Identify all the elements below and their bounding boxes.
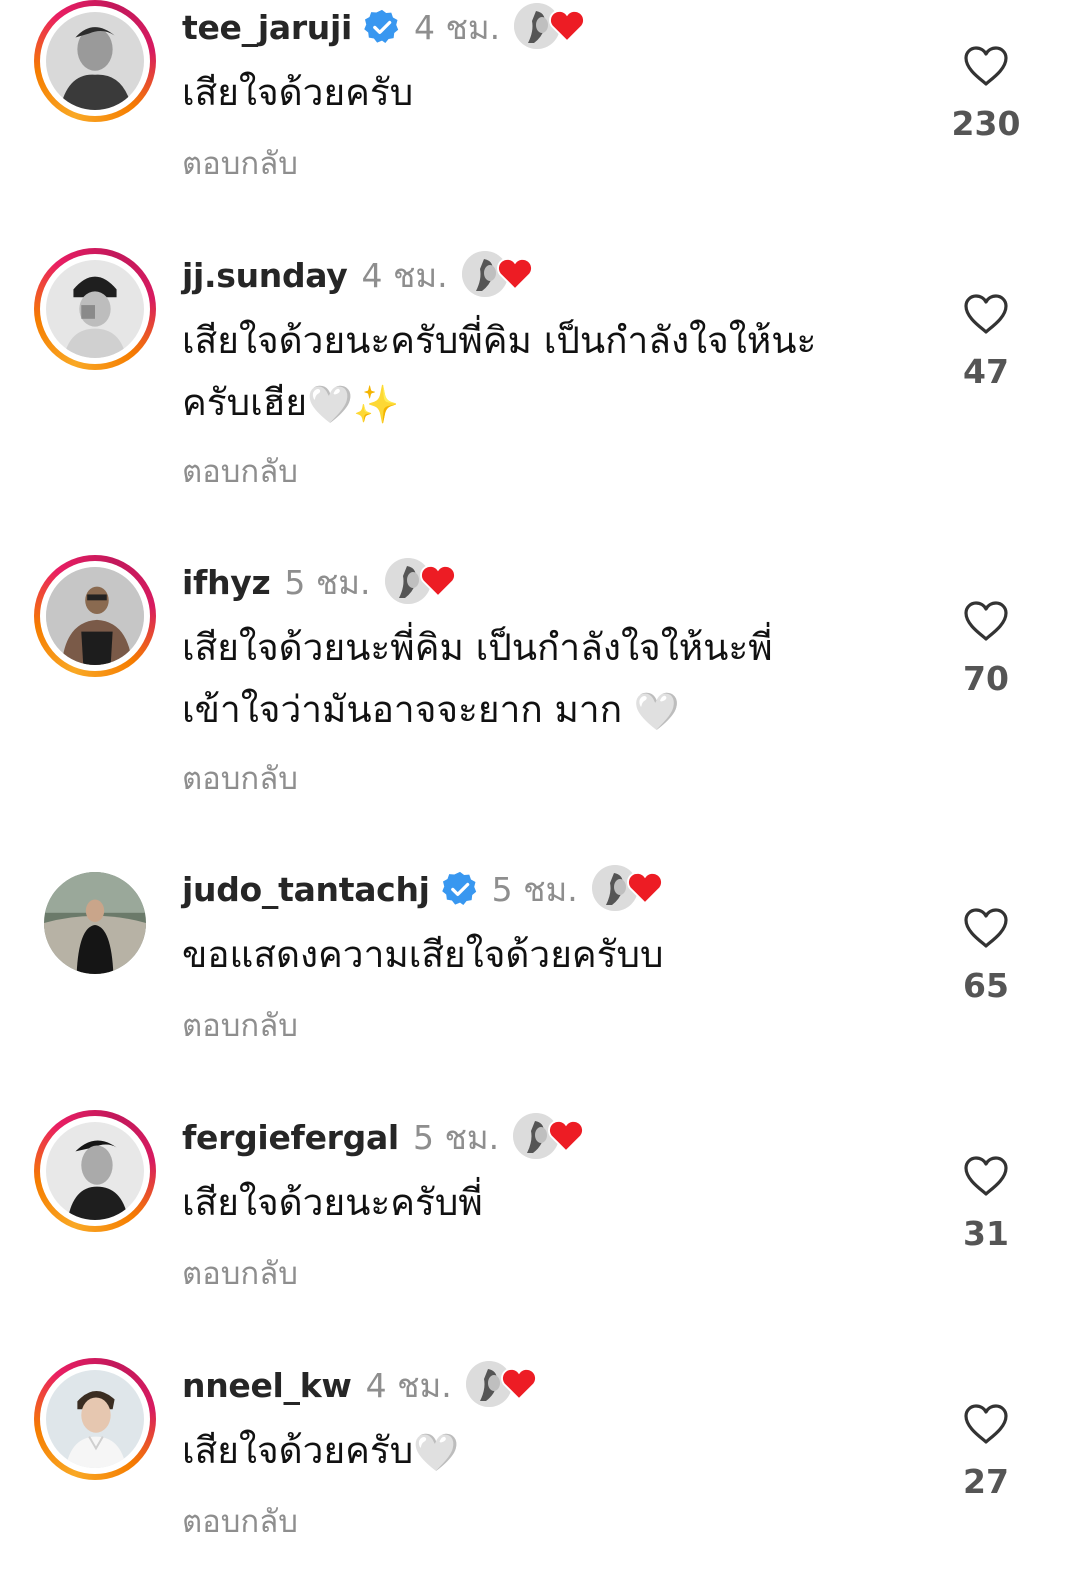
reply-button[interactable]: ตอบกลับ xyxy=(182,138,298,188)
verified-badge-icon xyxy=(441,871,476,906)
reply-button[interactable]: ตอบกลับ xyxy=(182,753,298,803)
avatar[interactable] xyxy=(34,248,156,370)
avatar-photo xyxy=(44,872,146,974)
heart-outline-icon[interactable] xyxy=(962,599,1010,643)
author-liked-badge xyxy=(591,865,664,913)
avatar[interactable] xyxy=(34,555,156,677)
author-liked-badge xyxy=(461,251,534,299)
verified-badge-icon xyxy=(364,9,399,44)
like-count: 230 xyxy=(951,104,1021,143)
like-count: 27 xyxy=(963,1462,1009,1501)
like-column: 70 xyxy=(940,599,1032,698)
like-count: 70 xyxy=(963,659,1009,698)
comment-time: 4 ชม. xyxy=(361,255,448,295)
avatar[interactable] xyxy=(34,1110,156,1232)
username[interactable]: jj.sunday xyxy=(182,256,348,295)
like-column: 65 xyxy=(940,906,1032,1005)
like-count: 31 xyxy=(963,1214,1009,1253)
comment-text-line: เข้าใจว่ามันอาจจะยาก มาก 🤍 xyxy=(182,679,902,743)
comment-time: 5 ชม. xyxy=(491,869,578,909)
avatar-photo xyxy=(46,12,144,110)
avatar[interactable] xyxy=(34,1358,156,1480)
comment-meta: nneel_kw 4 ชม. xyxy=(182,1361,538,1409)
author-liked-heart-icon xyxy=(626,872,663,905)
comment-meta: fergiefergal 5 ชม. xyxy=(182,1113,585,1161)
username[interactable]: nneel_kw xyxy=(182,1366,352,1405)
heart-outline-icon[interactable] xyxy=(962,1154,1010,1198)
heart-outline-icon[interactable] xyxy=(962,44,1010,88)
comment-text: เสียใจด้วยครับ xyxy=(182,62,902,124)
author-liked-badge xyxy=(513,1113,585,1161)
author-liked-heart-icon xyxy=(500,1368,537,1401)
heart-outline-icon[interactable] xyxy=(962,1402,1010,1446)
white-heart-emoji: 🤍 xyxy=(633,689,680,733)
heart-outline-icon[interactable] xyxy=(962,292,1010,336)
comment-meta: judo_tantachj 5 ชม. xyxy=(182,865,664,913)
like-column: 31 xyxy=(940,1154,1032,1253)
avatar-photo xyxy=(46,567,144,665)
comment-meta: ifhyz 5 ชม. xyxy=(182,558,457,606)
avatar-photo xyxy=(46,1370,144,1468)
like-column: 230 xyxy=(940,44,1032,143)
comment-text-content: เข้าใจว่ามันอาจจะยาก มาก xyxy=(182,688,623,731)
comment-text-line: เสียใจด้วยนะพี่คิม เป็นกำลังใจให้นะพี่ xyxy=(182,626,773,669)
avatar-photo xyxy=(46,1122,144,1220)
username[interactable]: tee_jaruji xyxy=(182,8,352,47)
comment-text-content: ครับเฮีย xyxy=(182,381,308,424)
avatar-photo xyxy=(46,260,144,358)
reply-button[interactable]: ตอบกลับ xyxy=(182,446,298,496)
username[interactable]: ifhyz xyxy=(182,563,271,602)
reply-button[interactable]: ตอบกลับ xyxy=(182,1000,298,1050)
comment-text: เสียใจด้วยนะพี่คิม เป็นกำลังใจให้นะพี่ เ… xyxy=(182,617,902,743)
comment-time: 4 ชม. xyxy=(365,1365,452,1405)
avatar[interactable] xyxy=(34,862,156,984)
comment-text-line: เสียใจด้วยนะครับพี่คิม เป็นกำลังใจให้นะ xyxy=(182,319,817,362)
author-liked-heart-icon xyxy=(496,258,533,291)
author-liked-badge xyxy=(465,1361,538,1409)
comment-text-line: ครับเฮีย🤍✨ xyxy=(182,372,902,436)
username[interactable]: fergiefergal xyxy=(182,1118,399,1157)
author-liked-badge xyxy=(514,3,586,51)
author-liked-badge xyxy=(384,558,457,606)
reply-button[interactable]: ตอบกลับ xyxy=(182,1496,298,1546)
comment-text-content: เสียใจด้วยนะครับพี่ xyxy=(182,1181,483,1224)
heart-outline-icon[interactable] xyxy=(962,906,1010,950)
author-liked-heart-icon xyxy=(419,565,456,598)
comment-text: ขอแสดงความเสียใจด้วยครับบ xyxy=(182,924,902,986)
comment-text-content: เสียใจด้วยครับ xyxy=(182,1429,414,1472)
white-heart-sparkles-emoji: 🤍✨ xyxy=(307,382,400,426)
comment-text-content: เสียใจด้วยครับ xyxy=(182,71,414,114)
white-heart-emoji: 🤍 xyxy=(413,1430,460,1474)
author-liked-heart-icon xyxy=(548,1120,584,1153)
reply-button[interactable]: ตอบกลับ xyxy=(182,1248,298,1298)
like-count: 47 xyxy=(963,352,1009,391)
comment-meta: tee_jaruji 4 ชม. xyxy=(182,3,586,51)
like-column: 47 xyxy=(940,292,1032,391)
comment-time: 4 ชม. xyxy=(414,7,501,47)
like-count: 65 xyxy=(963,966,1009,1005)
comment-time: 5 ชม. xyxy=(412,1117,500,1157)
comment-meta: jj.sunday 4 ชม. xyxy=(182,251,534,299)
comment-text: เสียใจด้วยนะครับพี่ xyxy=(182,1172,902,1234)
author-liked-heart-icon xyxy=(549,10,586,43)
comment-time: 5 ชม. xyxy=(284,562,371,602)
avatar[interactable] xyxy=(34,0,156,122)
comment-text-content: ขอแสดงความเสียใจด้วยครับบ xyxy=(182,933,664,976)
like-column: 27 xyxy=(940,1402,1032,1501)
username[interactable]: judo_tantachj xyxy=(182,870,430,909)
comment-text: เสียใจด้วยนะครับพี่คิม เป็นกำลังใจให้นะ … xyxy=(182,310,902,436)
comment-text: เสียใจด้วยครับ🤍 xyxy=(182,1420,902,1484)
